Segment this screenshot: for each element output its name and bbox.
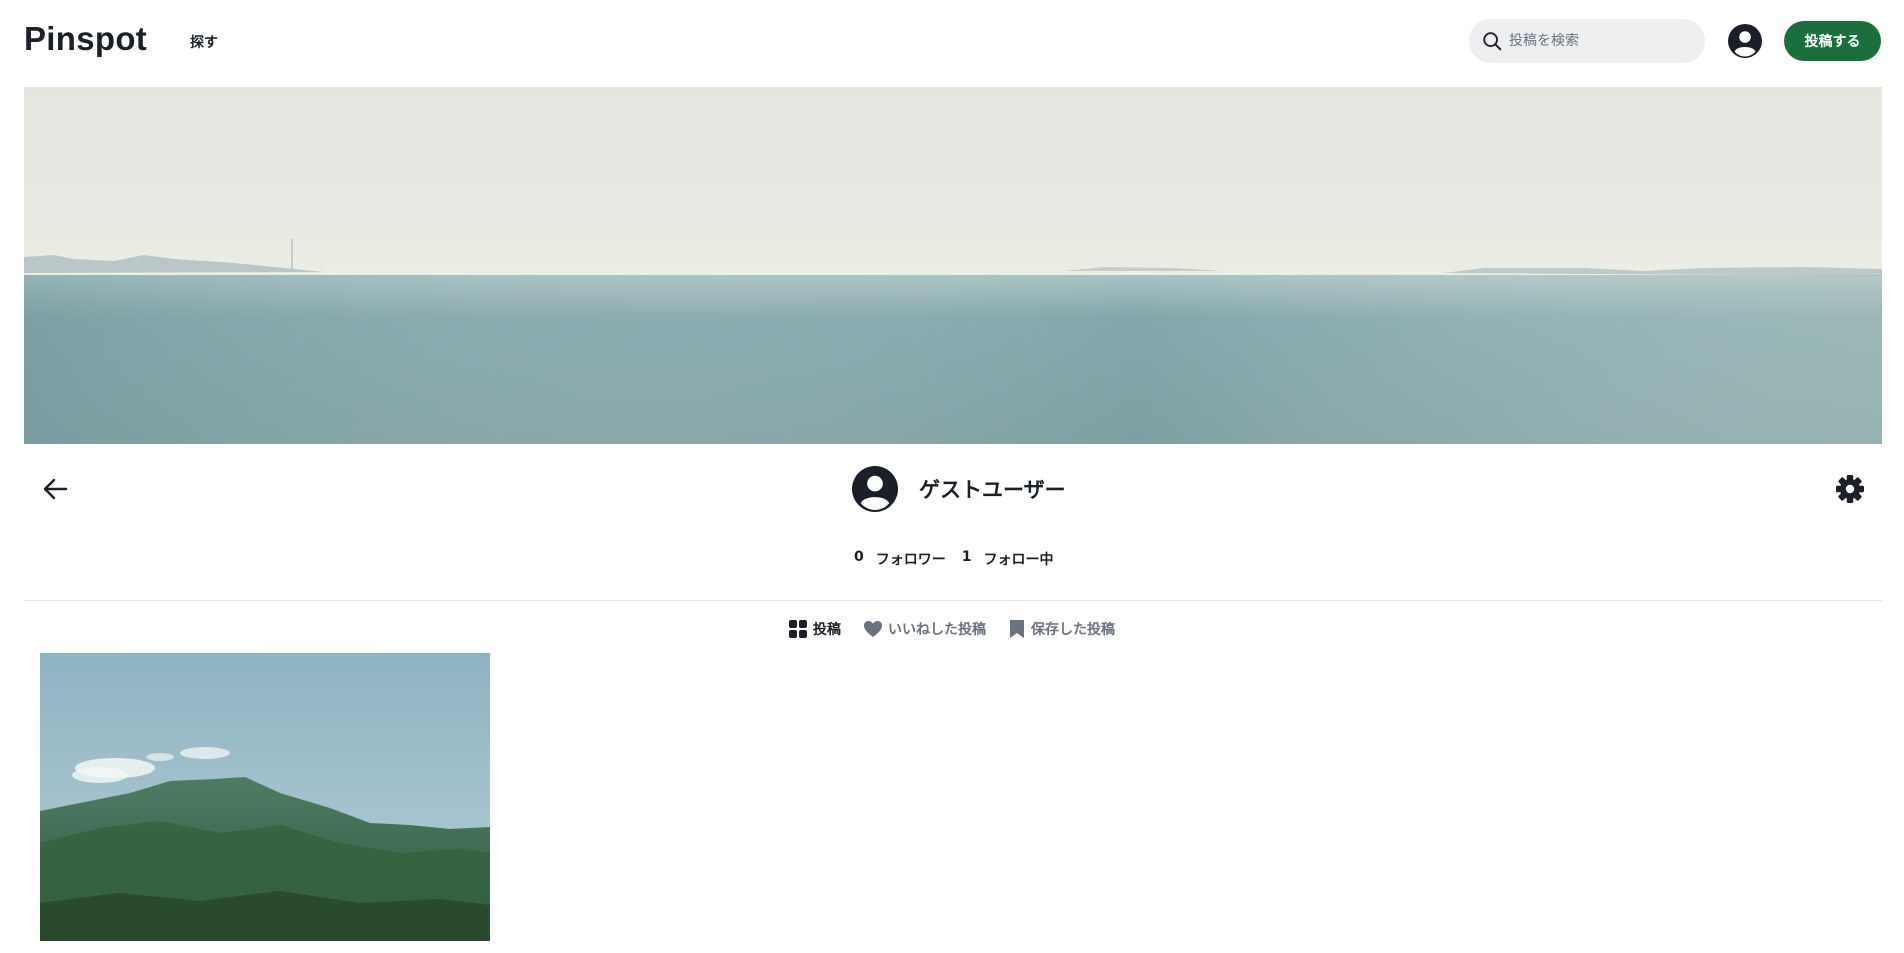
settings-button[interactable]: [1834, 473, 1866, 505]
user-circle-icon: [1728, 24, 1762, 58]
gear-icon: [1836, 475, 1864, 503]
top-header: Pinspot 探す 投稿する: [0, 0, 1904, 82]
tab-saved-posts[interactable]: 保存した投稿: [1008, 619, 1115, 639]
section-divider: [24, 600, 1882, 601]
profile-cover-image: [24, 87, 1882, 444]
avatar: [852, 466, 898, 512]
following-link[interactable]: 1 フォロー中: [962, 549, 1054, 569]
search-icon: [1483, 32, 1502, 51]
profile-identity: ゲストユーザー: [852, 466, 1066, 512]
account-button[interactable]: [1728, 24, 1762, 58]
search-input[interactable]: [1509, 33, 1689, 49]
following-label: フォロー中: [983, 552, 1054, 568]
back-button[interactable]: [40, 474, 70, 504]
nav-explore-link[interactable]: 探す: [190, 32, 218, 52]
follow-stats: 0 フォロワー 1 フォロー中: [854, 549, 1062, 569]
tab-posts-label: 投稿: [813, 622, 841, 638]
heart-icon: [864, 621, 882, 637]
tab-posts[interactable]: 投稿: [788, 619, 841, 639]
post-thumbnail[interactable]: [40, 653, 490, 941]
followers-label: フォロワー: [875, 552, 946, 568]
arrow-left-icon: [43, 478, 68, 500]
followers-count: 0: [854, 549, 864, 565]
tab-liked-posts-label: いいねした投稿: [888, 622, 986, 638]
bookmark-icon: [1010, 620, 1024, 638]
tab-liked-posts[interactable]: いいねした投稿: [863, 619, 986, 639]
followers-link[interactable]: 0 フォロワー: [854, 549, 946, 569]
create-post-button[interactable]: 投稿する: [1784, 21, 1881, 61]
app-logo[interactable]: Pinspot: [24, 20, 147, 58]
following-count: 1: [961, 549, 972, 565]
grid-icon: [789, 620, 807, 638]
tab-saved-posts-label: 保存した投稿: [1031, 622, 1115, 638]
profile-username: ゲストユーザー: [919, 478, 1066, 502]
search-bar[interactable]: [1469, 19, 1705, 63]
profile-tabs: 投稿 いいねした投稿 保存した投稿: [788, 618, 1137, 640]
